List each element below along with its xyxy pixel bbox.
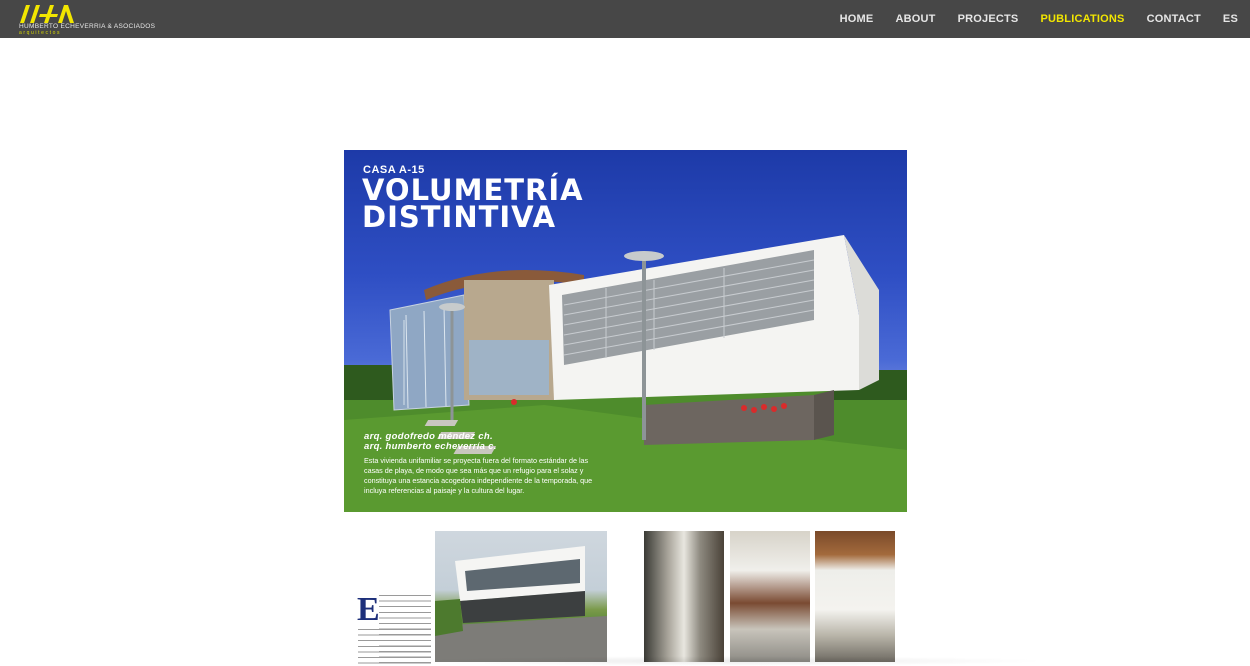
nav-about[interactable]: ABOUT bbox=[895, 13, 935, 25]
article-title-line2: DISTINTIVA bbox=[362, 200, 557, 234]
nav-contact[interactable]: CONTACT bbox=[1147, 13, 1201, 25]
company-logo[interactable]: HUMBERTO ECHEVERRIA & ASOCIADOS arquitec… bbox=[18, 3, 155, 36]
house-photo-illustration bbox=[435, 546, 607, 662]
logo-subtitle: arquitectos bbox=[19, 30, 62, 36]
publication-page-left[interactable]: E bbox=[355, 531, 608, 666]
main-nav: HOME ABOUT PROJECTS PUBLICATIONS CONTACT… bbox=[818, 0, 1238, 38]
article-intro: Esta vivienda unifamiliar se proyecta fu… bbox=[364, 456, 593, 495]
publication-page-right[interactable] bbox=[644, 531, 896, 666]
logo-company-name: HUMBERTO ECHEVERRIA & ASOCIADOS bbox=[19, 23, 156, 30]
nav-publications[interactable]: PUBLICATIONS bbox=[1040, 13, 1124, 25]
publication-main-image[interactable]: CASA A-15 VOLUMETRÍA DISTINTIVA arq. god… bbox=[344, 150, 907, 512]
logo-mark-icon bbox=[20, 5, 74, 23]
article-dropcap: E bbox=[357, 591, 380, 628]
article-title: VOLUMETRÍA DISTINTIVA bbox=[362, 176, 584, 234]
interior-living-photo bbox=[815, 531, 895, 662]
author-2: arq. humberto echeverría c. bbox=[364, 441, 497, 452]
page-shadow bbox=[400, 656, 1050, 666]
top-navigation-bar: HUMBERTO ECHEVERRIA & ASOCIADOS arquitec… bbox=[0, 0, 1250, 38]
nav-language-es[interactable]: ES bbox=[1223, 13, 1238, 25]
article-authors: arq. godofredo méndez ch. arq. humberto … bbox=[364, 432, 497, 452]
nav-home[interactable]: HOME bbox=[840, 13, 874, 25]
house-exterior-photo bbox=[435, 531, 607, 662]
interior-corridor-photo bbox=[644, 531, 724, 662]
interior-stair-photo bbox=[730, 531, 810, 662]
nav-projects[interactable]: PROJECTS bbox=[958, 13, 1019, 25]
